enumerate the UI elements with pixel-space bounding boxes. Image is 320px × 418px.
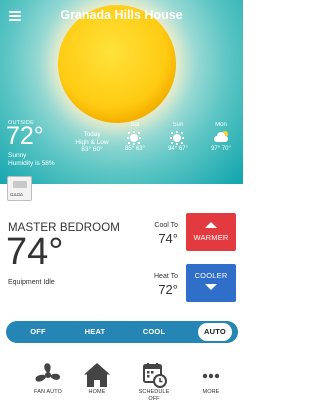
schedule-label-line2: OFF (148, 396, 160, 402)
weather-panel: Granada Hills House OUTSIDE 72° Sunny Hu… (0, 0, 243, 184)
arrow-down-icon (205, 284, 217, 290)
fan-icon (20, 362, 76, 388)
arrow-up-icon (205, 222, 217, 228)
cooler-button[interactable]: COOLER (186, 264, 236, 302)
forecast-temps: 94° 67° (168, 146, 188, 152)
calendar-clock-icon (126, 362, 182, 388)
forecast-temps: 85° 63° (125, 146, 145, 152)
mode-auto-button[interactable]: AUTO (198, 323, 232, 341)
heat-to-label: Heat To (154, 273, 178, 280)
fan-auto-button[interactable]: FAN AUTO (20, 362, 76, 396)
more-dots-icon (183, 362, 239, 388)
home-label: HOME (88, 389, 106, 395)
sun-icon (115, 131, 155, 145)
warmer-label: WARMER (193, 233, 229, 242)
mode-heat-button[interactable]: HEAT (78, 323, 112, 341)
outside-condition: Sunny Humidity is 58% (8, 152, 55, 168)
today-forecast: Today High & Low 83° 60° (70, 131, 114, 154)
equipment-status: Equipment Idle (8, 279, 55, 286)
home-title: Granada Hills House (60, 8, 183, 22)
warmer-button[interactable]: WARMER (186, 213, 236, 251)
home-button[interactable]: HOME (69, 362, 125, 396)
mode-off-button[interactable]: OFF (23, 323, 53, 341)
mode-selector: OFF HEAT COOL AUTO (6, 321, 238, 343)
heat-to-value: 72° (158, 282, 178, 297)
cool-to-value: 74° (158, 231, 178, 246)
home-icon (69, 362, 125, 388)
more-button[interactable]: MORE (183, 362, 239, 396)
forecast-day-label: Sun (172, 122, 184, 128)
schedule-button[interactable]: SCHEDULE OFF (126, 362, 182, 403)
cooler-label: COOLER (194, 271, 228, 280)
humidity-text: Humidity is 58% (8, 160, 55, 167)
today-label: Today (83, 131, 101, 138)
forecast-day-label: Sat (130, 122, 140, 128)
fan-auto-label: FAN AUTO (34, 389, 62, 395)
more-label: MORE (202, 389, 220, 395)
schedule-label-line1: SCHEDULE (138, 389, 170, 395)
today-sublabel: High & Low (75, 138, 109, 146)
forecast-day-sat: Sat 85° 63° (115, 122, 155, 152)
thermostat-icon-label: ΩΔΩΔ (10, 192, 24, 197)
schedule-label: SCHEDULE OFF (126, 389, 182, 403)
today-temps: 83° 60° (81, 146, 103, 153)
sun-illustration (58, 5, 176, 123)
app-root: Granada Hills House OUTSIDE 72° Sunny Hu… (0, 0, 243, 418)
mode-cool-button[interactable]: COOL (137, 323, 171, 341)
condition-text: Sunny (8, 152, 27, 159)
forecast-day-label: Mon (215, 122, 227, 128)
cool-to-label: Cool To (154, 222, 178, 229)
forecast-temps: 97° 70° (211, 146, 231, 152)
partly-cloudy-icon (201, 131, 241, 145)
sun-icon (158, 131, 198, 145)
outside-temperature: 72° (6, 122, 44, 150)
forecast-day-mon: Mon 97° 70° (201, 122, 241, 152)
thermostat-device-icon[interactable]: ΩΔΩΔ (7, 176, 32, 201)
forecast-day-sun: Sun 94° 67° (158, 122, 198, 152)
current-temperature: 74° (6, 231, 64, 273)
